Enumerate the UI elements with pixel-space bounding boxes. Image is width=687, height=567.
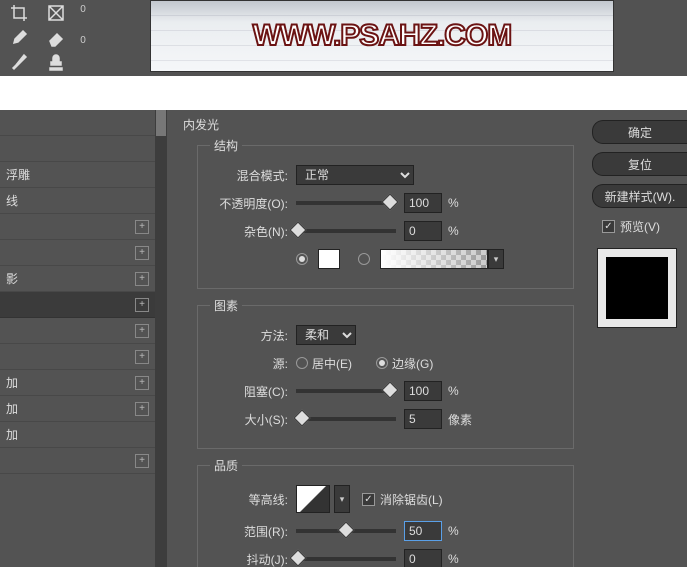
effects-list-item[interactable] [0,136,155,162]
choke-slider[interactable] [296,389,396,393]
add-effect-icon[interactable]: + [135,402,149,416]
technique-label: 方法: [210,327,288,344]
effects-item-label: 加 [6,374,18,391]
range-input[interactable] [404,521,442,541]
effects-list-item[interactable]: + [0,214,155,240]
effects-item-label: 线 [6,192,18,209]
watermark-text: WWW.PSAHZ.COM [253,19,512,53]
choke-input[interactable] [404,381,442,401]
slice-tool-icon[interactable] [39,2,73,24]
size-slider[interactable] [296,417,396,421]
noise-slider[interactable] [296,229,396,233]
canvas-area: WWW.PSAHZ.COM [90,0,687,76]
source-edge-label: 边缘(G) [392,355,433,372]
add-effect-icon[interactable]: + [135,298,149,312]
contour-swatch[interactable] [296,485,330,513]
add-effect-icon[interactable]: + [135,350,149,364]
effects-list-item[interactable]: + [0,318,155,344]
structure-group: 结构 混合模式: 正常 不透明度(O): % 杂色(N): % [197,137,574,289]
range-slider[interactable] [296,529,396,533]
add-effect-icon[interactable]: + [135,376,149,390]
gradient-dropdown-icon[interactable]: ▾ [488,249,504,269]
opacity-input[interactable] [404,193,442,213]
technique-select[interactable]: 柔和 [296,325,356,345]
effects-list-item[interactable]: 影+ [0,266,155,292]
quality-legend: 品质 [210,457,242,474]
effects-list-item[interactable]: 加+ [0,370,155,396]
size-unit: 像素 [448,411,472,428]
antialias-label: 消除锯齿(L) [380,491,443,508]
jitter-input[interactable] [404,549,442,567]
add-effect-icon[interactable]: + [135,272,149,286]
ok-button[interactable]: 确定 [592,120,687,144]
effects-item-label: 浮雕 [6,166,30,183]
noise-input[interactable] [404,221,442,241]
cancel-button[interactable]: 复位 [592,152,687,176]
eraser-tool-icon[interactable] [39,27,73,49]
glow-color-radio[interactable] [296,253,308,265]
opacity-unit: % [448,196,459,210]
quality-group: 品质 等高线: ▾ 消除锯齿(L) 范围(R): % 抖动(J): % [197,457,574,567]
effects-item-label: 加 [6,400,18,417]
range-unit: % [448,524,459,538]
noise-label: 杂色(N): [210,223,288,240]
opacity-label: 不透明度(O): [210,195,288,212]
blend-mode-label: 混合模式: [210,167,288,184]
glow-gradient-radio[interactable] [358,253,370,265]
canvas-image: WWW.PSAHZ.COM [150,0,614,72]
size-label: 大小(S): [210,411,288,428]
contour-dropdown-icon[interactable]: ▾ [334,485,350,513]
brush-tool-icon[interactable] [2,51,36,73]
range-label: 范围(R): [210,523,288,540]
effects-list-item[interactable]: 线 [0,188,155,214]
crop-tool-icon[interactable] [2,2,36,24]
add-effect-icon[interactable]: + [135,454,149,468]
effects-item-label: 影 [6,270,18,287]
jitter-label: 抖动(J): [210,551,288,567]
source-center-label: 居中(E) [312,355,352,372]
glow-color-swatch[interactable] [318,249,340,269]
size-input[interactable] [404,409,442,429]
elements-legend: 图素 [210,297,242,314]
effects-list-item[interactable]: + [0,344,155,370]
source-edge-radio[interactable] [376,357,388,369]
effects-list-item[interactable]: + [0,240,155,266]
source-center-radio[interactable] [296,357,308,369]
new-style-button[interactable]: 新建样式(W). [592,184,687,208]
preview-label: 预览(V) [620,218,660,235]
structure-legend: 结构 [210,137,242,154]
effects-list-item[interactable]: + [0,292,155,318]
antialias-checkbox[interactable] [362,493,375,506]
effects-list-item[interactable]: 加+ [0,396,155,422]
elements-group: 图素 方法: 柔和 源: 居中(E) 边缘(G) 阻塞(C): % 大小(S): [197,297,574,449]
choke-unit: % [448,384,459,398]
contour-label: 等高线: [210,491,288,508]
add-effect-icon[interactable]: + [135,246,149,260]
noise-unit: % [448,224,459,238]
add-effect-icon[interactable]: + [135,220,149,234]
stamp-tool-icon[interactable] [39,51,73,73]
effects-scrollbar[interactable] [155,110,167,567]
eyedropper-tool-icon[interactable] [2,27,36,49]
jitter-slider[interactable] [296,557,396,561]
glow-gradient-swatch[interactable] [380,249,488,269]
effects-list-item[interactable]: 加 [0,422,155,448]
choke-label: 阻塞(C): [210,383,288,400]
source-label: 源: [210,355,288,372]
add-effect-icon[interactable]: + [135,324,149,338]
opacity-slider[interactable] [296,201,396,205]
effects-item-label: 加 [6,426,18,443]
jitter-unit: % [448,552,459,566]
effects-list: 浮雕线++影++++加+加+加+ [0,110,155,567]
white-gap [0,76,687,110]
effects-list-item[interactable]: 浮雕 [0,162,155,188]
panel-title: 内发光 [183,116,574,133]
effects-list-item[interactable] [0,110,155,136]
options-value: 0 0 [76,0,90,76]
preview-thumbnail [598,249,676,327]
preview-checkbox[interactable] [602,220,615,233]
effects-list-item[interactable]: + [0,448,155,474]
blend-mode-select[interactable]: 正常 [296,165,414,185]
